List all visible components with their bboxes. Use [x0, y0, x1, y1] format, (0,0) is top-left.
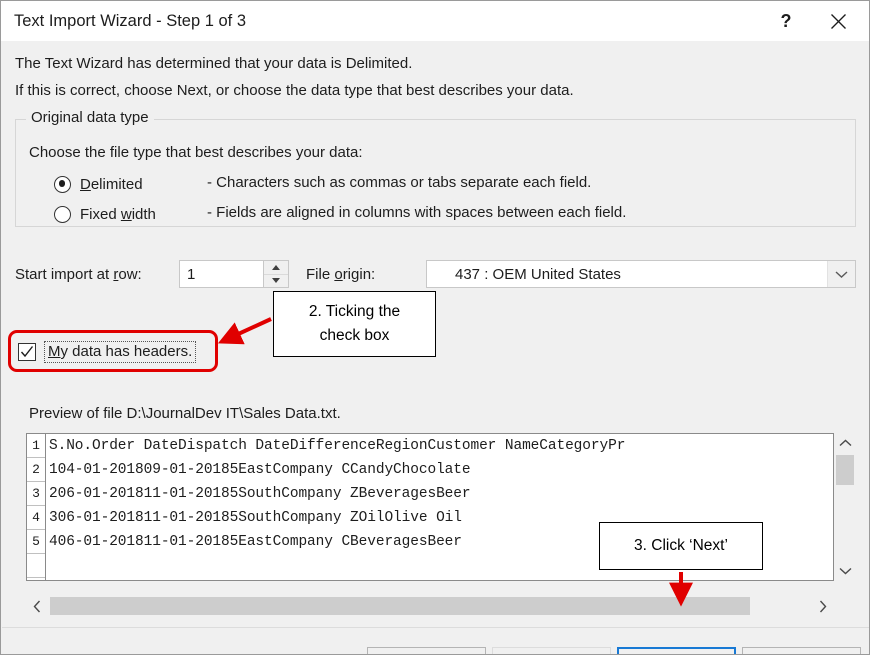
close-x-icon: [830, 13, 846, 29]
row-number: 1: [27, 434, 45, 458]
preview-file-label: Preview of file D:\JournalDev IT\Sales D…: [29, 405, 341, 422]
row-number: 2: [27, 458, 45, 482]
row-number: [27, 554, 45, 578]
radio-delimited-mark: [54, 175, 71, 193]
preview-line: S.No.Order DateDispatch DateDifferenceRe…: [49, 438, 626, 454]
annotation-callout-2-line-1: 2. Ticking the: [308, 302, 401, 320]
close-button[interactable]: [815, 1, 861, 41]
window-title: Text Import Wizard - Step 1 of 3: [14, 12, 246, 30]
file-origin-select[interactable]: 437 : OEM United States: [426, 260, 856, 288]
radio-fixed-width-mark: [54, 205, 71, 223]
file-origin-value: 437 : OEM United States: [455, 265, 621, 283]
preview-vertical-scrollbar[interactable]: [834, 433, 856, 581]
accel-char: o: [334, 266, 343, 283]
preview-line: 206-01-201811-01-20185SouthCompany ZBeve…: [49, 486, 471, 502]
annotation-callout-2: 2. Ticking the check box: [273, 291, 436, 357]
cancel-button[interactable]: Cancel: [367, 647, 486, 654]
annotation-callout-3: 3. Click ‘Next’: [599, 522, 763, 570]
scroll-down-button[interactable]: [834, 561, 856, 581]
file-origin-label-pre: File: [306, 266, 335, 283]
scroll-right-chevron-icon: [819, 600, 827, 612]
annotation-callout-3-line-1: 3. Click ‘Next’: [634, 536, 728, 554]
scroll-right-button[interactable]: [812, 595, 834, 617]
vertical-scrollbar-thumb[interactable]: [836, 455, 854, 485]
next-button[interactable]: Next >: [617, 647, 736, 654]
checkbox-box: [18, 343, 36, 361]
group-legend: Original data type: [26, 109, 154, 126]
intro-line-1: The Text Wizard has determined that your…: [15, 55, 413, 72]
radio-fixed-width-label-pre: Fixed: [80, 205, 121, 223]
scroll-up-button[interactable]: [834, 433, 856, 453]
accel-char: M: [48, 343, 61, 360]
start-row-input[interactable]: 1: [180, 261, 263, 287]
preview-horizontal-scrollbar[interactable]: [26, 595, 834, 617]
radio-fixed-width-label: Fixed width: [80, 206, 156, 223]
radio-delimited-label-rest: elimited: [90, 175, 143, 193]
preview-row-number-gutter: 1 2 3 4 5: [27, 434, 46, 580]
radio-fixed-width-description: - Fields are aligned in columns with spa…: [207, 204, 627, 221]
horizontal-scrollbar-thumb[interactable]: [50, 597, 750, 615]
my-data-has-headers-checkbox[interactable]: My data has headers.: [18, 340, 197, 364]
spinner-down-arrow-icon: [272, 278, 280, 284]
row-number: 3: [27, 482, 45, 506]
stepper-buttons: [263, 261, 288, 287]
start-row-label-pre: Start import at: [15, 266, 114, 283]
file-origin-dropdown-button[interactable]: [827, 261, 855, 287]
start-row-label: Start import at row:: [15, 266, 142, 283]
spinner-up-arrow-icon: [272, 264, 280, 270]
radio-delimited[interactable]: Delimited: [54, 173, 143, 195]
intro-line-2: If this is correct, choose Next, or choo…: [15, 82, 574, 99]
accel-char: D: [80, 175, 91, 193]
scroll-left-chevron-icon: [33, 600, 41, 612]
accel-char: w: [120, 205, 132, 223]
start-row-stepper[interactable]: 1: [179, 260, 289, 288]
row-number: 4: [27, 506, 45, 530]
my-data-has-headers-label-rest: y data has headers.: [60, 343, 193, 360]
title-bar: Text Import Wizard - Step 1 of 3 ?: [1, 1, 869, 41]
start-row-label-post: ow:: [118, 266, 142, 283]
checkmark-icon: [20, 346, 34, 358]
text-import-wizard-dialog: Text Import Wizard - Step 1 of 3 ? The T…: [0, 0, 870, 655]
group-prompt: Choose the file type that best describes…: [29, 144, 363, 161]
radio-delimited-label: Delimited: [80, 176, 143, 193]
preview-line: 104-01-201809-01-20185EastCompany CCandy…: [49, 462, 471, 478]
file-origin-label-post: rigin:: [342, 266, 376, 283]
radio-delimited-description: - Characters such as commas or tabs sepa…: [207, 174, 592, 191]
file-origin-label: File origin:: [306, 266, 375, 283]
stepper-up-button[interactable]: [264, 261, 288, 275]
row-number: 5: [27, 530, 45, 554]
annotation-callout-2-line-2: check box: [319, 327, 390, 344]
scroll-left-button[interactable]: [26, 595, 48, 617]
my-data-has-headers-label: My data has headers.: [44, 341, 197, 363]
radio-fixed-width-label-rest: idth: [131, 205, 156, 223]
help-button[interactable]: ?: [763, 1, 809, 41]
scroll-up-chevron-icon: [839, 439, 851, 447]
scroll-down-chevron-icon: [839, 567, 851, 575]
chevron-down-icon: [835, 270, 848, 278]
radio-fixed-width[interactable]: Fixed width: [54, 203, 156, 225]
back-button: < Back: [492, 647, 611, 654]
finish-button[interactable]: Finish: [742, 647, 861, 654]
footer-divider: [2, 627, 869, 628]
stepper-down-button[interactable]: [264, 275, 288, 288]
